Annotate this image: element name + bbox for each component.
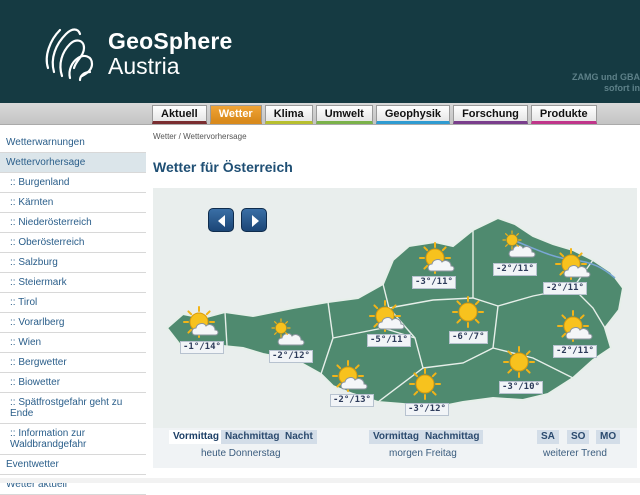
temp-label-waldviertel[interactable]: -2°/11°	[493, 263, 537, 276]
nav-tab-geophysik[interactable]: Geophysik	[375, 105, 451, 124]
sidebar-item-wettervorhersage[interactable]: Wettervorhersage	[0, 153, 146, 173]
sidebar-item-spaetfrost[interactable]: :: Spätfrostgefahr geht zu Ende	[0, 393, 146, 424]
nav-tab-klima[interactable]: Klima	[264, 105, 313, 124]
main-navigation: Aktuell Wetter Klima Umwelt Geophysik Fo…	[0, 103, 640, 125]
sidebar-item-wien[interactable]: :: Wien	[0, 333, 146, 353]
tab-trend-so[interactable]: SO	[567, 430, 590, 444]
weather-map: -1°/14° -2°/12° -2°/13° -5°/11° -3°/11° …	[153, 188, 637, 428]
nav-tab-forschung[interactable]: Forschung	[453, 105, 528, 124]
map-prev-button[interactable]	[208, 208, 234, 232]
sidebar-item-burgenland[interactable]: :: Burgenland	[0, 173, 146, 193]
page-title: Wetter für Österreich	[153, 159, 293, 175]
sidebar-item-eventwetter[interactable]: Eventwetter	[0, 455, 146, 475]
austria-outline	[165, 216, 625, 410]
temp-label-vorarlberg[interactable]: -1°/14°	[180, 341, 224, 354]
temp-label-salzburg[interactable]: -5°/11°	[367, 334, 411, 347]
sidebar-item-salzburg[interactable]: :: Salzburg	[0, 253, 146, 273]
sidebar: Wetterwarnungen Wettervorhersage :: Burg…	[0, 133, 146, 495]
map-next-button[interactable]	[241, 208, 267, 232]
tab-tomorrow-nachmittag[interactable]: Nachmittag	[421, 430, 484, 444]
brand-name: GeoSphere	[108, 28, 233, 54]
tab-today-nachmittag[interactable]: Nachmittag	[221, 430, 284, 444]
temp-label-burgenland[interactable]: -2°/11°	[553, 345, 597, 358]
nav-tab-aktuell[interactable]: Aktuell	[152, 105, 207, 124]
merger-note-line2: sofort in	[604, 83, 640, 93]
tab-trend-mo[interactable]: MO	[596, 430, 621, 444]
sidebar-item-wetterwarnungen[interactable]: Wetterwarnungen	[0, 133, 146, 153]
sidebar-item-oberoesterreich[interactable]: :: Oberösterreich	[0, 233, 146, 253]
day-label-today: heute Donnerstag	[201, 448, 281, 459]
nav-tab-umwelt[interactable]: Umwelt	[315, 105, 373, 124]
arrow-right-icon	[252, 215, 259, 227]
nav-tab-produkte[interactable]: Produkte	[530, 105, 597, 124]
sidebar-item-tirol[interactable]: :: Tirol	[0, 293, 146, 313]
temp-label-steiermark[interactable]: -3°/10°	[499, 381, 543, 394]
day-label-trend: weiterer Trend	[543, 448, 607, 459]
brand-country: Austria	[108, 53, 180, 79]
sidebar-item-kaernten[interactable]: :: Kärnten	[0, 193, 146, 213]
sidebar-item-niederoesterreich[interactable]: :: Niederösterreich	[0, 213, 146, 233]
tab-trend-sa[interactable]: SA	[537, 430, 559, 444]
temp-label-oberoesterreich[interactable]: -3°/11°	[412, 276, 456, 289]
tab-today-nacht[interactable]: Nacht	[281, 430, 317, 444]
breadcrumb[interactable]: Wetter / Wettervorhersage	[153, 132, 247, 141]
tab-today-vormittag[interactable]: Vormittag	[169, 430, 223, 444]
sidebar-item-bergwetter[interactable]: :: Bergwetter	[0, 353, 146, 373]
tab-tomorrow-vormittag[interactable]: Vormittag	[369, 430, 423, 444]
merger-note-line1: ZAMG und GBA	[572, 72, 640, 82]
temp-label-kaernten[interactable]: -3°/12°	[405, 403, 449, 416]
temp-label-obersteiermark[interactable]: -6°/7°	[449, 331, 488, 344]
forecast-time-tabs: Vormittag Nachmittag Nacht Vormittag Nac…	[153, 428, 637, 468]
temp-label-tirol[interactable]: -2°/12°	[269, 350, 313, 363]
temp-label-osttirol[interactable]: -2°/13°	[330, 394, 374, 407]
geosphere-logo-icon[interactable]	[38, 18, 104, 84]
sidebar-item-vorarlberg[interactable]: :: Vorarlberg	[0, 313, 146, 333]
sidebar-item-steiermark[interactable]: :: Steiermark	[0, 273, 146, 293]
merger-note: ZAMG und GBA sofort in	[550, 72, 640, 94]
sidebar-item-biowetter[interactable]: :: Biowetter	[0, 373, 146, 393]
nav-tab-wetter[interactable]: Wetter	[209, 105, 262, 124]
sidebar-item-waldbrand[interactable]: :: Information zur Waldbrandgefahr	[0, 424, 146, 455]
day-label-tomorrow: morgen Freitag	[389, 448, 457, 459]
arrow-left-icon	[218, 215, 225, 227]
temp-label-wien[interactable]: -2°/11°	[543, 282, 587, 295]
site-header: GeoSphere Austria ZAMG und GBA sofort in	[0, 0, 640, 103]
page-bottom	[0, 478, 640, 483]
